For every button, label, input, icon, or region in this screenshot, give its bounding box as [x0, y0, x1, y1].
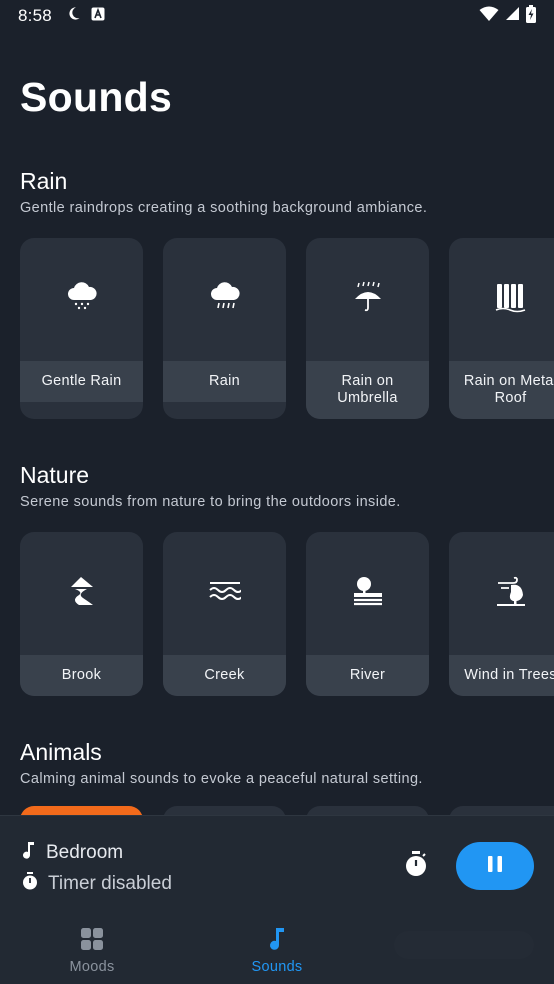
nav-item-sounds[interactable]: Sounds	[217, 927, 337, 975]
nav-label: Sounds	[251, 959, 303, 975]
nav-label: Moods	[69, 959, 115, 975]
grid-icon	[80, 927, 104, 955]
brook-icon	[67, 575, 97, 612]
nav-item-moods[interactable]: Moods	[32, 927, 152, 975]
bottom-navigation: Moods Sounds	[0, 909, 554, 984]
pause-button[interactable]	[456, 842, 534, 890]
sound-card-brook[interactable]: Brook	[20, 532, 143, 696]
sound-card-wind-in-trees[interactable]: Wind in Trees	[449, 532, 554, 696]
sound-card-rain[interactable]: Rain	[163, 238, 286, 419]
wind-tree-icon	[495, 575, 527, 612]
status-bar: 8:58	[0, 0, 554, 32]
moon-icon	[66, 6, 81, 26]
music-note-icon	[268, 927, 286, 955]
timer-icon	[22, 872, 38, 896]
sound-card-rain-on-metal-roof[interactable]: Rain on Metal Roof	[449, 238, 554, 419]
a-badge-icon	[91, 7, 105, 26]
section-nature: Nature Serene sounds from nature to brin…	[20, 462, 401, 510]
section-title: Nature	[20, 462, 90, 488]
card-label: Brook	[20, 655, 143, 696]
wifi-icon	[479, 6, 499, 27]
card-label: Rain on Umbrella	[306, 361, 429, 419]
mix-name: Bedroom	[46, 842, 124, 863]
card-label: River	[306, 655, 429, 696]
card-label: Creek	[163, 655, 286, 696]
card-label: Rain on Metal Roof	[449, 361, 554, 419]
now-playing-bar: Bedroom Timer disabled	[0, 815, 554, 909]
mix-name-row[interactable]: Bedroom	[22, 841, 123, 865]
nature-card-row: Brook Creek River Wind in Trees	[20, 532, 554, 696]
timer-status-row: Timer disabled	[22, 872, 172, 896]
battery-charging-icon	[526, 4, 536, 28]
status-time: 8:58	[18, 6, 52, 25]
card-label: Gentle Rain	[20, 361, 143, 402]
page-title: Sounds	[20, 74, 173, 120]
metal-roof-icon	[495, 281, 527, 318]
signal-icon	[505, 6, 520, 26]
section-rain: Rain Gentle raindrops creating a soothin…	[20, 168, 427, 216]
stopwatch-icon	[404, 850, 428, 882]
timer-status: Timer disabled	[48, 873, 172, 894]
sound-card-gentle-rain[interactable]: Gentle Rain	[20, 238, 143, 419]
section-title: Rain	[20, 168, 68, 194]
section-animals: Animals Calming animal sounds to evoke a…	[20, 739, 423, 787]
pause-icon	[487, 855, 503, 878]
section-title: Animals	[20, 739, 102, 765]
section-description: Gentle raindrops creating a soothing bac…	[20, 200, 428, 216]
card-label: Wind in Trees	[449, 655, 554, 696]
sound-card-creek[interactable]: Creek	[163, 532, 286, 696]
section-description: Serene sounds from nature to bring the o…	[20, 494, 401, 510]
sound-card-rain-on-umbrella[interactable]: Rain on Umbrella	[306, 238, 429, 419]
cloud-rain-icon	[209, 282, 241, 317]
rain-card-row: Gentle Rain Rain Rain on Umbrella Rain o…	[20, 238, 554, 419]
timer-button[interactable]	[402, 850, 430, 882]
cloud-drizzle-icon	[66, 282, 98, 317]
sound-card-river[interactable]: River	[306, 532, 429, 696]
umbrella-rain-icon	[353, 281, 383, 318]
music-note-icon	[22, 841, 36, 865]
toast-placeholder	[394, 931, 534, 959]
river-landscape-icon	[352, 575, 384, 612]
section-description: Calming animal sounds to evoke a peacefu…	[20, 771, 423, 787]
card-label: Rain	[163, 361, 286, 402]
waves-icon	[208, 580, 243, 607]
